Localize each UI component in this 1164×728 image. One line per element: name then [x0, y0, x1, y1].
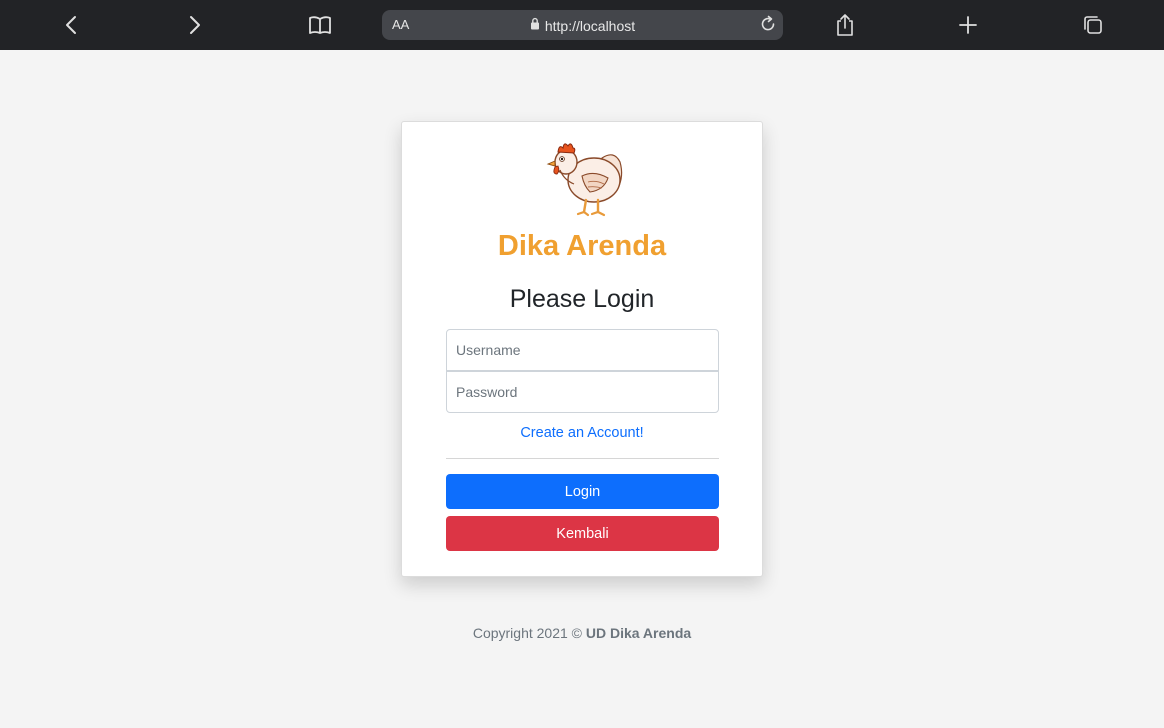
divider — [446, 458, 719, 459]
back-icon[interactable] — [58, 12, 84, 38]
reload-icon[interactable] — [759, 15, 777, 38]
page-title: Please Login — [509, 285, 655, 313]
login-card: Dika Arenda Please Login Create an Accou… — [401, 121, 763, 577]
browser-toolbar: AA http://localhost — [0, 0, 1164, 50]
chicken-logo-icon — [542, 136, 626, 220]
share-icon[interactable] — [832, 12, 858, 38]
company-name: UD Dika Arenda — [585, 625, 692, 641]
bookmarks-icon[interactable] — [307, 12, 333, 38]
login-button[interactable]: Login — [446, 474, 719, 509]
create-account-link[interactable]: Create an Account! — [402, 425, 762, 441]
password-input[interactable] — [446, 371, 719, 413]
new-tab-icon[interactable] — [955, 12, 981, 38]
footer: Copyright 2021 © UD Dika Arenda — [0, 625, 1164, 641]
url-text: http://localhost — [544, 18, 636, 34]
forward-icon[interactable] — [182, 12, 208, 38]
tabs-icon[interactable] — [1080, 12, 1106, 38]
copyright-text: Copyright 2021 © — [472, 625, 582, 641]
lock-icon — [530, 17, 540, 35]
back-button[interactable]: Kembali — [446, 516, 719, 551]
username-input[interactable] — [446, 329, 719, 371]
brand-title: Dika Arenda — [497, 230, 667, 262]
address-bar[interactable]: AA http://localhost — [382, 10, 783, 40]
